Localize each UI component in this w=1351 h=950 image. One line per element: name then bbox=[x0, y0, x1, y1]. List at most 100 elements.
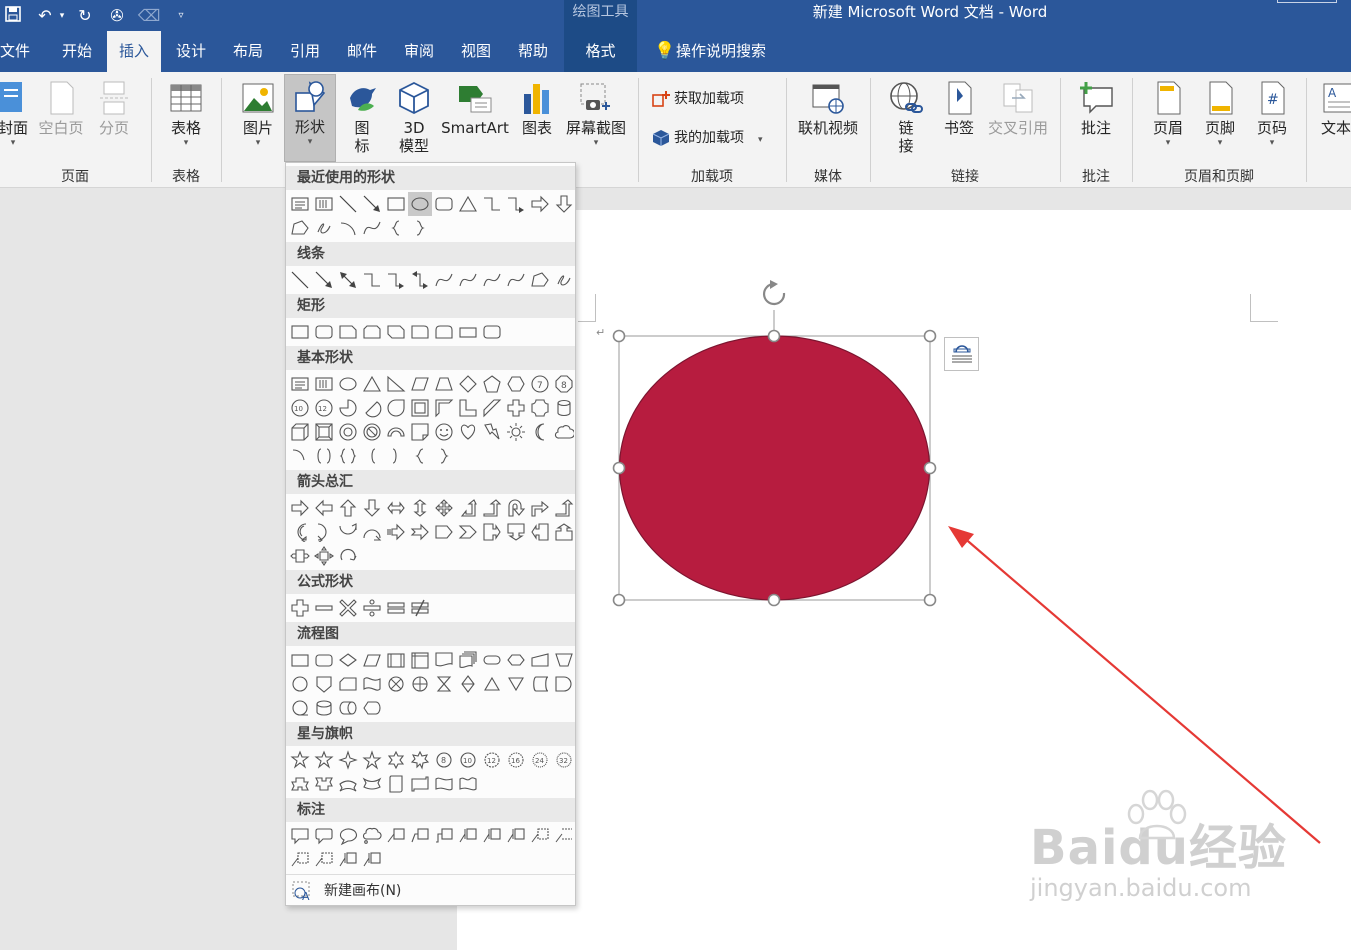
octagon-shape-icon[interactable]: 8 bbox=[552, 372, 576, 396]
customize-qat-icon[interactable]: ▿ bbox=[168, 10, 194, 21]
freeform-shape-icon[interactable] bbox=[528, 268, 552, 292]
line-shape-icon[interactable] bbox=[288, 268, 312, 292]
rrect-shape-icon[interactable] bbox=[480, 320, 504, 344]
snip2-shape-icon[interactable] bbox=[360, 320, 384, 344]
chart-button[interactable]: 图表 bbox=[516, 80, 558, 137]
rarrow-shape-icon[interactable] bbox=[288, 496, 312, 520]
star24n-shape-icon[interactable]: 24 bbox=[528, 748, 552, 772]
lightning-shape-icon[interactable] bbox=[480, 420, 504, 444]
exp4-shape-icon[interactable] bbox=[288, 748, 312, 772]
rbrace-shape-icon[interactable] bbox=[408, 216, 432, 240]
sumjunction-shape-icon[interactable] bbox=[384, 672, 408, 696]
heart-shape-icon[interactable] bbox=[456, 420, 480, 444]
lrcallout-shape-icon[interactable] bbox=[288, 544, 312, 568]
round2-shape-icon[interactable] bbox=[432, 320, 456, 344]
elbow-shape-icon[interactable] bbox=[480, 192, 504, 216]
icons-button[interactable]: 图 标 bbox=[340, 80, 384, 155]
elbow-shape-icon[interactable] bbox=[360, 268, 384, 292]
new-drawing-canvas-button[interactable]: A 新建画布(N) bbox=[286, 874, 575, 906]
can-shape-icon[interactable] bbox=[552, 396, 576, 420]
collate-shape-icon[interactable] bbox=[432, 672, 456, 696]
multiply-shape-icon[interactable] bbox=[336, 596, 360, 620]
tab-help[interactable]: 帮助 bbox=[506, 31, 560, 72]
freeform-shape-icon[interactable] bbox=[288, 216, 312, 240]
star6-shape-icon[interactable] bbox=[384, 748, 408, 772]
ucallout-shape-icon[interactable] bbox=[552, 520, 576, 544]
lshape-shape-icon[interactable] bbox=[456, 396, 480, 420]
internal-shape-icon[interactable] bbox=[408, 648, 432, 672]
triangle-shape-icon[interactable] bbox=[456, 192, 480, 216]
arrowline-shape-icon[interactable] bbox=[312, 268, 336, 292]
accentcallout-shape-icon[interactable] bbox=[336, 848, 360, 872]
shapes-button[interactable]: 形状 ▾ bbox=[284, 74, 336, 162]
hscroll-shape-icon[interactable] bbox=[408, 772, 432, 796]
cloudcallout-shape-icon[interactable] bbox=[360, 824, 384, 848]
rbrace-shape-icon[interactable] bbox=[432, 444, 456, 468]
card-shape-icon[interactable] bbox=[336, 672, 360, 696]
diamond-shape-icon[interactable] bbox=[456, 372, 480, 396]
screenshot-button[interactable]: 屏幕截图 ▾ bbox=[562, 80, 630, 149]
dwave-shape-icon[interactable] bbox=[456, 772, 480, 796]
resize-handle-w[interactable] bbox=[612, 461, 626, 475]
heptagon-shape-icon[interactable]: 7 bbox=[528, 372, 552, 396]
elbowarrow-shape-icon[interactable] bbox=[504, 192, 528, 216]
directaccess-shape-icon[interactable] bbox=[336, 696, 360, 720]
textbox-shape-icon[interactable] bbox=[288, 192, 312, 216]
chevron-shape-icon[interactable] bbox=[456, 520, 480, 544]
frame-shape-icon[interactable] bbox=[408, 396, 432, 420]
donut-shape-icon[interactable] bbox=[336, 420, 360, 444]
resize-handle-se[interactable] bbox=[923, 593, 937, 607]
touch-mode-icon[interactable]: ✇ bbox=[104, 6, 130, 25]
lbracket-shape-icon[interactable] bbox=[360, 444, 384, 468]
notequal-shape-icon[interactable] bbox=[408, 596, 432, 620]
star8n-shape-icon[interactable]: 8 bbox=[432, 748, 456, 772]
quadarrow-shape-icon[interactable] bbox=[432, 496, 456, 520]
tab-references[interactable]: 引用 bbox=[278, 31, 332, 72]
pie-shape-icon[interactable] bbox=[336, 396, 360, 420]
curvedr-shape-icon[interactable] bbox=[288, 520, 312, 544]
smiley-shape-icon[interactable] bbox=[432, 420, 456, 444]
or-shape-icon[interactable] bbox=[408, 672, 432, 696]
ellipse-shape-icon[interactable] bbox=[336, 372, 360, 396]
pentarrow-shape-icon[interactable] bbox=[432, 520, 456, 544]
arc-shape-icon[interactable] bbox=[336, 216, 360, 240]
nosymbol-shape-icon[interactable] bbox=[360, 420, 384, 444]
snip1-shape-icon[interactable] bbox=[336, 320, 360, 344]
flatrect-shape-icon[interactable] bbox=[456, 320, 480, 344]
notchedr-shape-icon[interactable] bbox=[408, 520, 432, 544]
rrect-shape-icon[interactable] bbox=[432, 192, 456, 216]
curvedd-shape-icon[interactable] bbox=[360, 520, 384, 544]
teardrop-shape-icon[interactable] bbox=[384, 396, 408, 420]
extract-shape-icon[interactable] bbox=[480, 672, 504, 696]
star4-shape-icon[interactable] bbox=[336, 748, 360, 772]
elbowarrow-shape-icon[interactable] bbox=[384, 268, 408, 292]
wave-shape-icon[interactable] bbox=[432, 772, 456, 796]
process-shape-icon[interactable] bbox=[288, 648, 312, 672]
connector-shape-icon[interactable] bbox=[288, 672, 312, 696]
my-addins-button[interactable]: 我的加载项 ▾ bbox=[652, 126, 763, 150]
preparation-shape-icon[interactable] bbox=[504, 648, 528, 672]
rotation-handle-icon[interactable] bbox=[762, 280, 786, 306]
blank-page-button[interactable]: 空白页 bbox=[36, 80, 86, 137]
rtriangle-shape-icon[interactable] bbox=[384, 372, 408, 396]
vtextbox-shape-icon[interactable] bbox=[312, 372, 336, 396]
cube-shape-icon[interactable] bbox=[288, 420, 312, 444]
rcallout-shape-icon[interactable] bbox=[480, 520, 504, 544]
diagstripe-shape-icon[interactable] bbox=[480, 396, 504, 420]
resize-handle-s[interactable] bbox=[767, 593, 781, 607]
triangle-shape-icon[interactable] bbox=[360, 372, 384, 396]
dodecagon-shape-icon[interactable]: 12 bbox=[312, 396, 336, 420]
rect-shape-icon[interactable] bbox=[288, 320, 312, 344]
terminator-shape-icon[interactable] bbox=[480, 648, 504, 672]
hexagon-shape-icon[interactable] bbox=[504, 372, 528, 396]
bookmark-button[interactable]: 书签 bbox=[938, 80, 980, 137]
darrowline-shape-icon[interactable] bbox=[336, 268, 360, 292]
rarrow-shape-icon[interactable] bbox=[528, 192, 552, 216]
resize-handle-e[interactable] bbox=[923, 461, 937, 475]
vscroll-shape-icon[interactable] bbox=[384, 772, 408, 796]
curve-shape-icon[interactable] bbox=[480, 268, 504, 292]
decagon-shape-icon[interactable]: 10 bbox=[288, 396, 312, 420]
arrowline-shape-icon[interactable] bbox=[360, 192, 384, 216]
resize-handle-sw[interactable] bbox=[612, 593, 626, 607]
merge-shape-icon[interactable] bbox=[504, 672, 528, 696]
